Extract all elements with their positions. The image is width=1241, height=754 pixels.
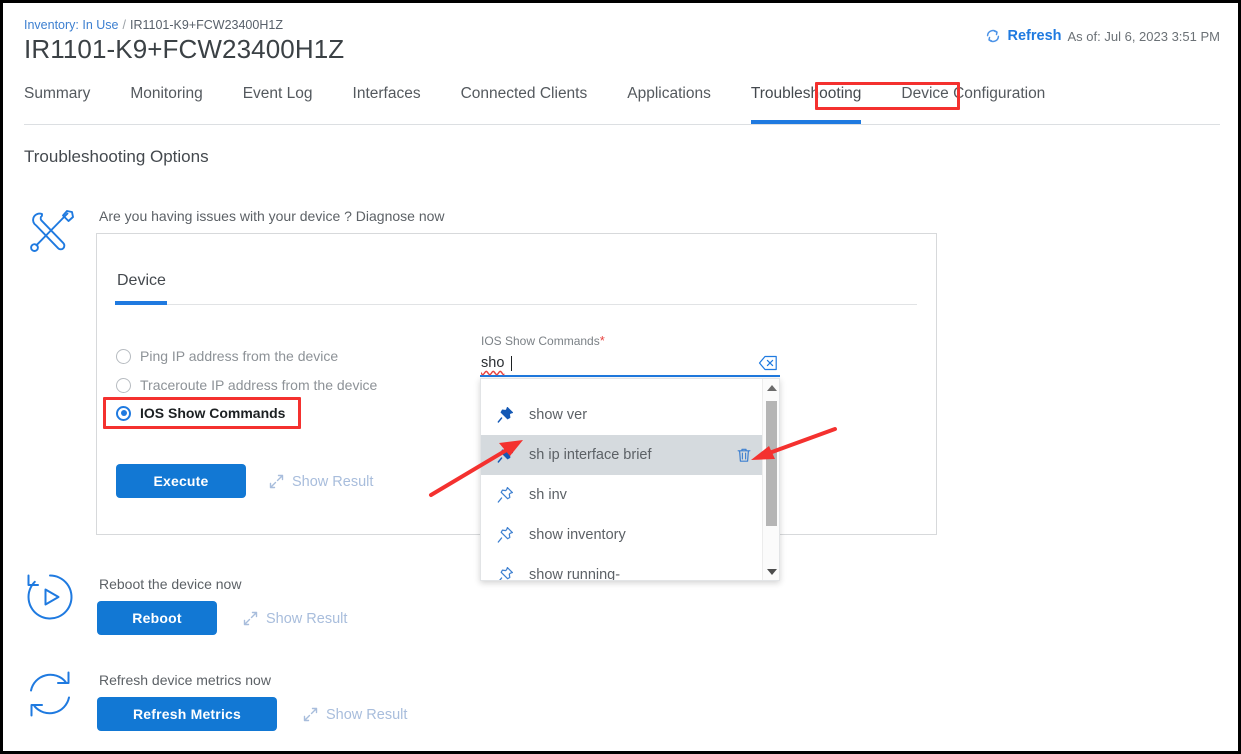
tab-event-log[interactable]: Event Log [243, 81, 313, 103]
pushpin-outline-icon[interactable] [495, 485, 515, 505]
refresh-area: Refresh As of: Jul 6, 2023 3:51 PM [984, 27, 1220, 45]
list-item-label: show inventory [529, 527, 626, 543]
list-item-sh-inv[interactable]: sh inv [481, 475, 764, 515]
show-result-label-reboot: Show Result [266, 610, 348, 627]
scroll-up-arrow-icon[interactable] [763, 379, 779, 396]
suggestion-list: show ver sh ip interface brief sh inv sh… [481, 379, 764, 581]
radio-dot-traceroute[interactable] [116, 377, 131, 393]
tab-interfaces[interactable]: Interfaces [353, 81, 421, 103]
command-input-wrapper[interactable]: sho [480, 351, 780, 377]
reboot-button[interactable]: Reboot [97, 601, 217, 635]
required-marker: * [599, 333, 605, 348]
pushpin-filled-icon[interactable] [495, 445, 515, 465]
wrench-screwdriver-icon [23, 203, 79, 264]
card-tab-device[interactable]: Device [117, 272, 166, 290]
tab-applications[interactable]: Applications [627, 81, 711, 103]
delete-command-button[interactable] [736, 447, 752, 464]
expand-diagonal-arrow-icon [242, 610, 259, 627]
diagnose-prompt: Are you having issues with your device ?… [99, 208, 445, 224]
show-result-label-execute: Show Result [292, 473, 374, 490]
radio-dot-ios-show-commands[interactable] [116, 405, 131, 421]
radio-ios-show-commands[interactable]: IOS Show Commands [116, 405, 285, 421]
expand-diagonal-arrow-icon [302, 706, 319, 723]
radio-ping-ip[interactable]: Ping IP address from the device [116, 348, 338, 364]
tab-connected-clients[interactable]: Connected Clients [461, 81, 588, 103]
radio-dot-ping[interactable] [116, 348, 131, 364]
breadcrumb-separator: / [122, 18, 126, 32]
command-suggestions-dropdown[interactable]: show ver sh ip interface brief sh inv sh… [480, 378, 780, 581]
refresh-metrics-button[interactable]: Refresh Metrics [97, 697, 277, 731]
as-of-timestamp: As of: Jul 6, 2023 3:51 PM [1067, 28, 1220, 44]
refresh-label: Refresh [1007, 28, 1062, 44]
list-item-show-ver[interactable]: show ver [481, 395, 764, 435]
list-item-label: sh inv [529, 487, 567, 503]
execute-button[interactable]: Execute [116, 464, 246, 498]
refresh-button[interactable]: Refresh [984, 27, 1062, 45]
command-field-label: IOS Show Commands* [481, 333, 605, 348]
refresh-circle-icon [21, 665, 79, 728]
page-title: IR1101-K9+FCW23400H1Z [24, 34, 345, 64]
troubleshooting-page: Inventory: In Use / IR1101-K9+FCW23400H1Z … [0, 0, 1241, 754]
list-item-sh-ip-interface-brief[interactable]: sh ip interface brief [481, 435, 764, 475]
show-result-execute[interactable]: Show Result [268, 473, 373, 490]
expand-diagonal-arrow-icon [268, 473, 285, 490]
refresh-metrics-prompt: Refresh device metrics now [99, 672, 271, 688]
show-result-refresh-metrics[interactable]: Show Result [302, 706, 407, 723]
breadcrumb-link-inventory[interactable]: Inventory: In Use [24, 18, 119, 32]
trash-icon [737, 448, 751, 462]
scrollbar-thumb[interactable] [766, 401, 777, 526]
text-caret [511, 355, 512, 371]
pushpin-filled-icon[interactable] [495, 405, 515, 425]
reboot-play-circle-icon [21, 568, 79, 631]
reboot-prompt: Reboot the device now [99, 576, 242, 592]
radio-label-ios-show-commands: IOS Show Commands [140, 405, 286, 421]
device-tabbar: Summary Monitoring Event Log Interfaces … [24, 81, 1220, 125]
radio-label-traceroute: Traceroute IP address from the device [140, 377, 378, 393]
breadcrumb: Inventory: In Use / IR1101-K9+FCW23400H1Z [24, 18, 283, 32]
list-item-show-inventory[interactable]: show inventory [481, 515, 764, 555]
list-item-label: show running- [529, 567, 621, 581]
command-input-value[interactable]: sho [480, 355, 504, 371]
page-section-title: Troubleshooting Options [24, 147, 209, 166]
list-item-show-running[interactable]: show running- [481, 555, 764, 581]
pushpin-outline-icon[interactable] [495, 525, 515, 545]
command-input-text: sho [481, 355, 505, 371]
show-result-label-refresh-metrics: Show Result [326, 706, 408, 723]
tab-summary[interactable]: Summary [24, 81, 90, 103]
breadcrumb-current: IR1101-K9+FCW23400H1Z [129, 18, 283, 32]
scroll-down-arrow-icon[interactable] [763, 563, 779, 580]
radio-traceroute-ip[interactable]: Traceroute IP address from the device [116, 377, 377, 393]
list-item-label: sh ip interface brief [529, 447, 652, 463]
command-field-label-text: IOS Show Commands [481, 334, 600, 348]
clear-input-button[interactable] [758, 355, 780, 371]
show-result-reboot[interactable]: Show Result [242, 610, 347, 627]
tab-monitoring[interactable]: Monitoring [130, 81, 202, 103]
card-tab-active-indicator [115, 301, 167, 305]
tab-troubleshooting[interactable]: Troubleshooting [750, 81, 861, 124]
radio-label-ping: Ping IP address from the device [140, 348, 339, 364]
list-top-spacer [481, 379, 764, 395]
tab-device-configuration[interactable]: Device Configuration [901, 81, 1045, 103]
list-item-label: show ver [529, 407, 588, 423]
dropdown-scrollbar[interactable] [762, 379, 779, 580]
backspace-clear-icon [758, 355, 777, 371]
refresh-circular-arrow-icon [984, 27, 1002, 45]
pushpin-outline-icon[interactable] [495, 565, 515, 580]
card-tab-divider [115, 304, 917, 305]
